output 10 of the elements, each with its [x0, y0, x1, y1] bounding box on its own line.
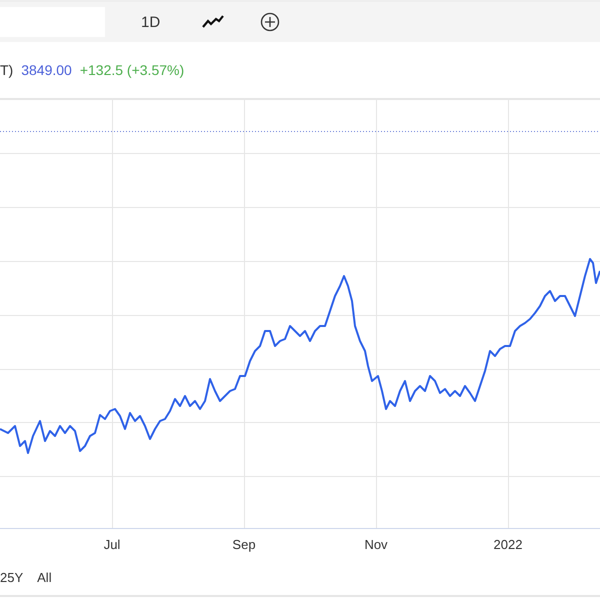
range-button[interactable]: 25Y [0, 570, 24, 584]
price-change: +132.5 (+3.57%) [80, 62, 184, 78]
range-button[interactable]: All [37, 570, 52, 584]
axis-label: Sep [232, 537, 256, 552]
price-value: 3849.00 [21, 62, 72, 78]
symbol-label: T) [0, 62, 14, 78]
axis-label: Nov [364, 537, 388, 552]
axis-label: 2022 [494, 537, 522, 552]
interval-button[interactable]: 1D [133, 10, 168, 34]
axis-label: Jul [104, 537, 120, 552]
